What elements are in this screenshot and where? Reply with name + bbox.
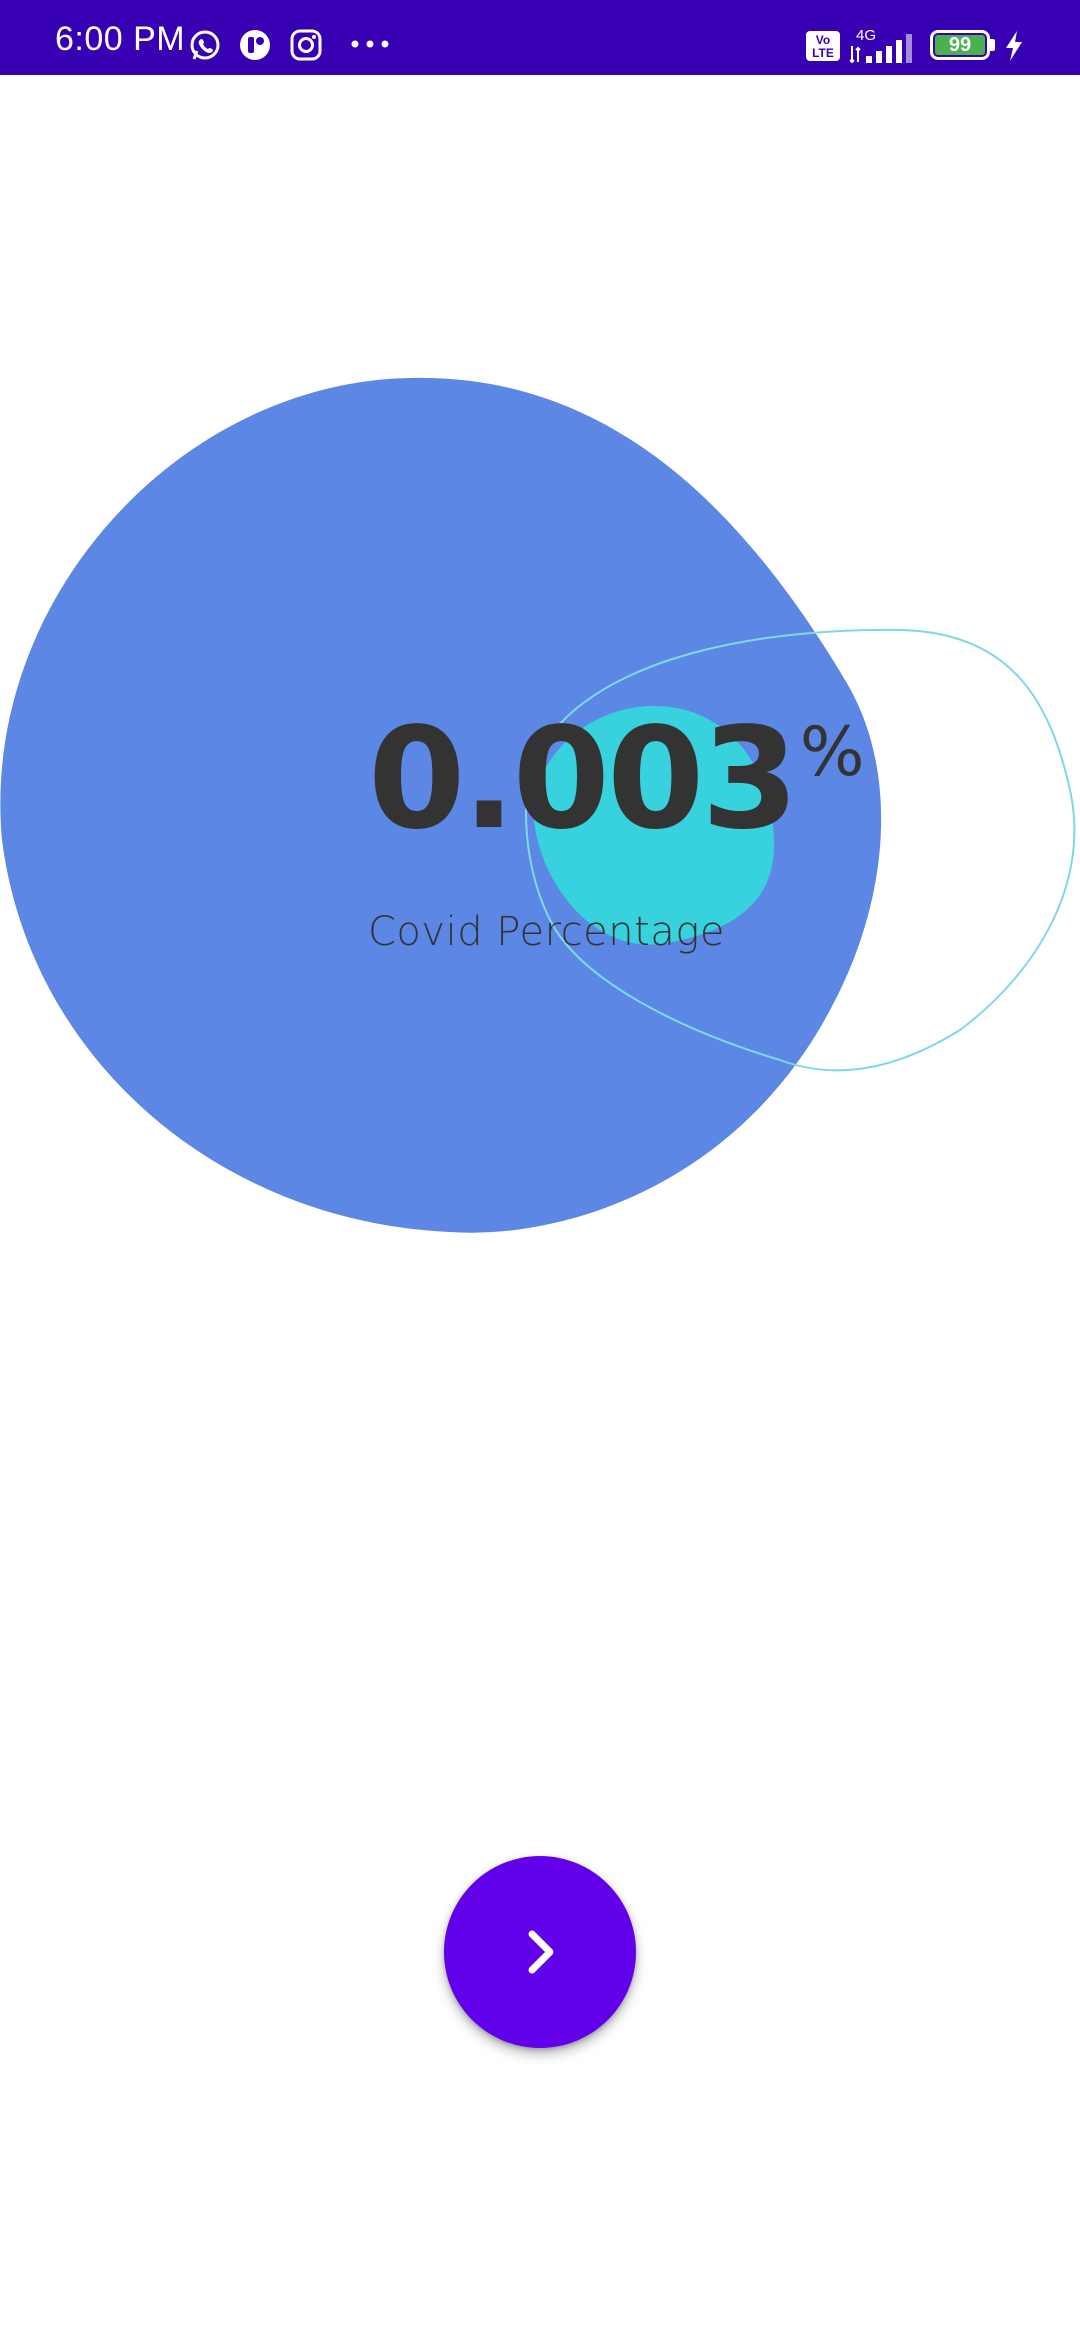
percentage-unit: %: [799, 713, 865, 792]
percentage-value: 0.003%: [368, 700, 864, 860]
chevron-right-icon: [510, 1922, 570, 1982]
percentage-number: 0.003: [368, 698, 799, 861]
screen: 6:00 PM Vo LTE 4G 99 0.003% Covid Percen…: [0, 0, 1080, 2340]
next-button[interactable]: [444, 1856, 636, 2048]
percentage-label: Covid Percentage: [368, 909, 725, 955]
